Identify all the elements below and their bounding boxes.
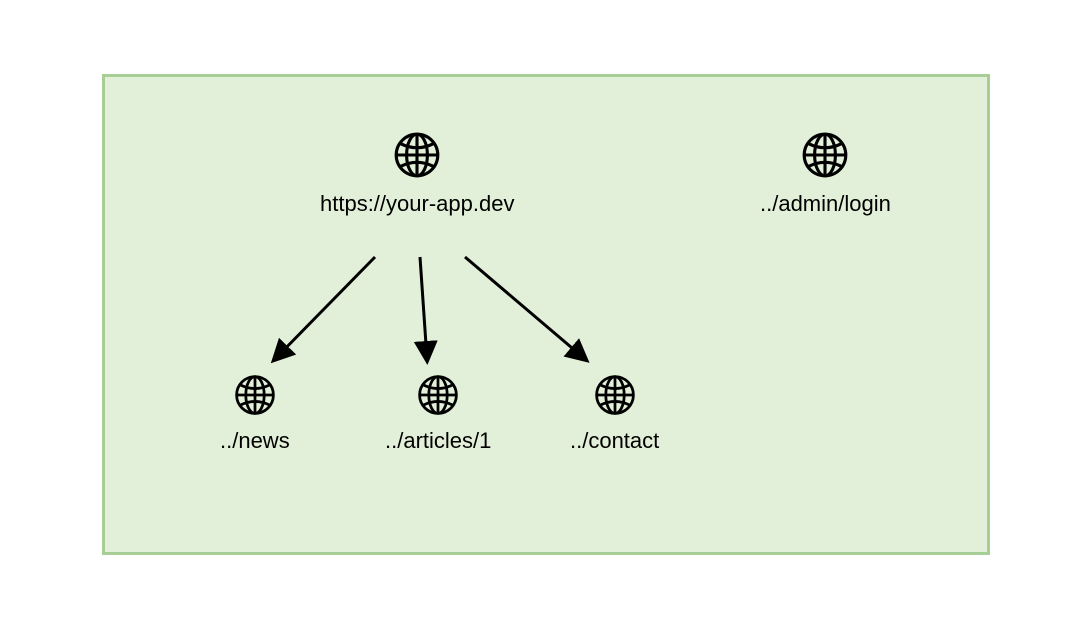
node-root: https://your-app.dev [320, 129, 514, 217]
node-root-label: https://your-app.dev [320, 191, 514, 217]
node-news-label: ../news [220, 428, 290, 454]
edge-root-news [275, 257, 375, 359]
globe-icon [592, 372, 638, 418]
diagram-panel: https://your-app.dev ../admin/login [102, 74, 990, 555]
node-contact: ../contact [570, 372, 659, 454]
globe-icon [799, 129, 851, 181]
globe-icon [232, 372, 278, 418]
node-news: ../news [220, 372, 290, 454]
edge-root-articles [420, 257, 427, 359]
node-admin-label: ../admin/login [760, 191, 891, 217]
globe-icon [391, 129, 443, 181]
node-articles: ../articles/1 [385, 372, 491, 454]
edge-root-contact [465, 257, 585, 359]
node-admin: ../admin/login [760, 129, 891, 217]
node-contact-label: ../contact [570, 428, 659, 454]
node-articles-label: ../articles/1 [385, 428, 491, 454]
globe-icon [415, 372, 461, 418]
